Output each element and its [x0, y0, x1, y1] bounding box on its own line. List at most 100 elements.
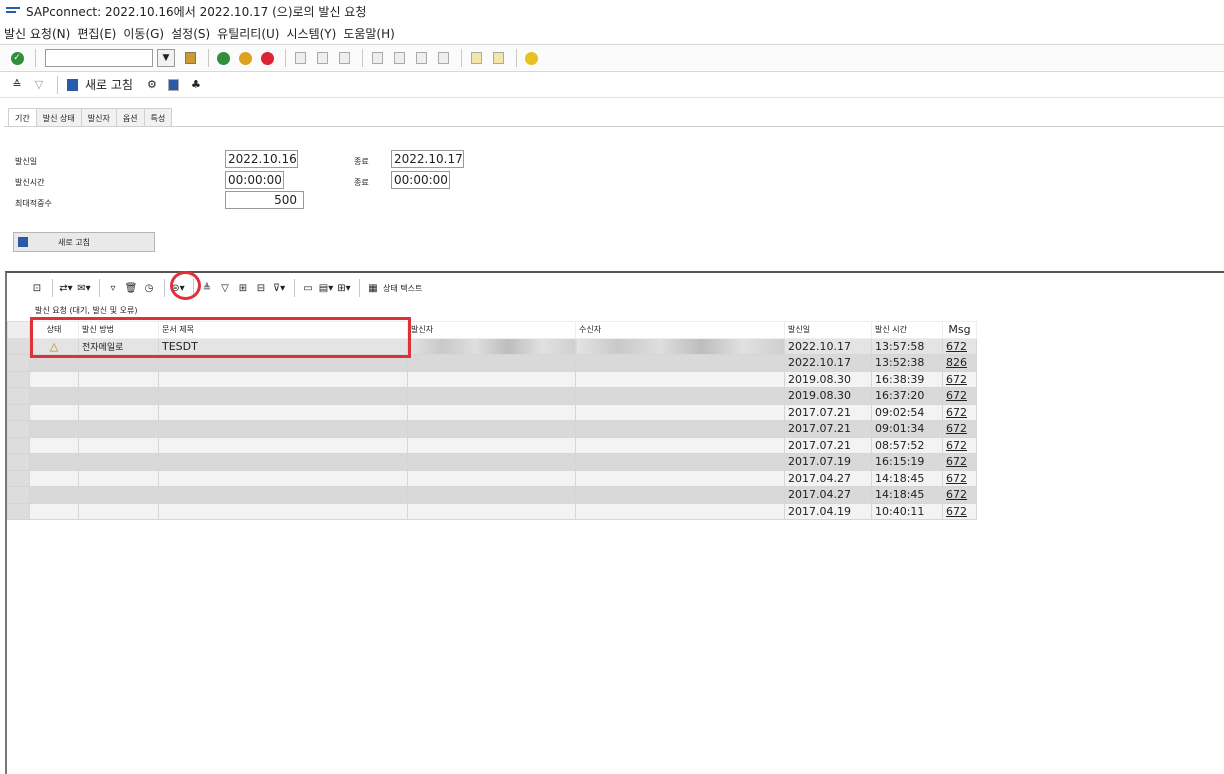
sender-cell [407, 453, 576, 471]
msg-link[interactable]: 672 [942, 436, 977, 454]
msg-link[interactable]: 672 [942, 453, 977, 471]
print-icon[interactable]: ▭ [300, 281, 316, 295]
expand-icon[interactable]: ≙ [8, 76, 26, 94]
date-cell: 2017.04.27 [784, 486, 872, 504]
shortcut-icon[interactable] [489, 49, 507, 67]
row-selector[interactable] [7, 502, 30, 520]
table-row[interactable]: 2017.07.21 09:01:34 672 [7, 420, 977, 438]
row-selector[interactable] [7, 486, 30, 504]
title-cell [158, 387, 408, 405]
table-row[interactable]: 2017.07.21 09:02:54 672 [7, 403, 977, 421]
table-row[interactable]: 2017.04.27 14:18:45 672 [7, 486, 977, 504]
filter-icon[interactable]: ⊽▾ [271, 281, 287, 295]
exit-icon[interactable] [236, 49, 254, 67]
msg-link[interactable]: 672 [942, 403, 977, 421]
row-selector[interactable] [7, 387, 30, 405]
menu-send-request[interactable]: 발신 요청(N) [4, 25, 70, 42]
status-text-icon[interactable]: ▦ [365, 281, 381, 295]
table-row[interactable]: 2019.08.30 16:38:39 672 [7, 370, 977, 388]
msg-link[interactable]: 672 [942, 469, 977, 487]
delete-icon[interactable]: ▿ [105, 281, 121, 295]
table-row[interactable]: 2017.07.19 16:15:19 672 [7, 453, 977, 471]
filter-icon[interactable]: ▽ [30, 76, 48, 94]
tab-sender[interactable]: 발신자 [80, 108, 117, 127]
table-row[interactable]: 2017.07.21 08:57:52 672 [7, 436, 977, 454]
find-next-icon[interactable] [335, 49, 353, 67]
menu-settings[interactable]: 설정(S) [171, 25, 210, 42]
row-selector[interactable] [7, 403, 30, 421]
msg-link[interactable]: 672 [942, 387, 977, 405]
find-next-icon[interactable]: ⊟ [253, 281, 269, 295]
msg-link[interactable]: 672 [942, 420, 977, 438]
msg-link[interactable]: 672 [942, 370, 977, 388]
menu-utilities[interactable]: 유틸리티(U) [217, 25, 279, 42]
column-header-sender[interactable]: 발신자 [407, 321, 576, 339]
row-selector-header[interactable] [7, 321, 30, 339]
clock-icon[interactable]: ◷ [141, 281, 157, 295]
row-selector[interactable] [7, 469, 30, 487]
send-time-from-field[interactable]: 00:00:00 [225, 171, 284, 189]
find-icon[interactable] [313, 49, 331, 67]
column-header-msg[interactable]: Msg [942, 321, 977, 339]
tab-period[interactable]: 기간 [8, 108, 37, 127]
row-selector[interactable] [7, 436, 30, 454]
column-header-recipient[interactable]: 수신자 [575, 321, 785, 339]
column-header-date[interactable]: 발신일 [784, 321, 872, 339]
msg-link[interactable]: 826 [942, 354, 977, 372]
send-time-to-field[interactable]: 00:00:00 [391, 171, 450, 189]
menu-help[interactable]: 도움말(H) [343, 25, 395, 42]
msg-link[interactable]: 672 [942, 502, 977, 520]
row-selector[interactable] [7, 453, 30, 471]
method-cell [78, 387, 159, 405]
layout-icon[interactable]: ⊞▾ [336, 281, 352, 295]
detail-icon[interactable]: ⊡ [29, 281, 45, 295]
help-icon[interactable] [522, 49, 540, 67]
command-dropdown-icon[interactable]: ▼ [157, 49, 175, 67]
tab-options[interactable]: 옵션 [115, 108, 145, 127]
sort-ascending-icon[interactable]: ≜ [199, 281, 215, 295]
enter-icon[interactable]: ✓ [8, 49, 26, 67]
menu-edit[interactable]: 편집(E) [77, 25, 116, 42]
trash-icon[interactable]: 🗑 [123, 281, 139, 295]
column-header-time[interactable]: 발신 시간 [871, 321, 943, 339]
send-date-to-field[interactable]: 2022.10.17 [391, 150, 464, 168]
export-icon[interactable]: ▤▾ [318, 281, 334, 295]
settings-icon[interactable]: ⚙ [143, 76, 161, 94]
max-hits-field[interactable]: 500 [225, 191, 304, 209]
info-icon[interactable] [165, 76, 183, 94]
table-row[interactable]: 2017.04.27 14:18:45 672 [7, 469, 977, 487]
tab-send-status[interactable]: 발신 상태 [35, 108, 82, 127]
first-page-icon[interactable] [368, 49, 386, 67]
row-selector[interactable] [7, 337, 30, 355]
hierarchy-icon[interactable]: ♣ [187, 76, 205, 94]
back-icon[interactable] [214, 49, 232, 67]
status-text-button[interactable]: 상태 텍스트 [383, 283, 422, 294]
next-page-icon[interactable] [412, 49, 430, 67]
row-selector[interactable] [7, 354, 30, 372]
new-session-icon[interactable] [467, 49, 485, 67]
print-icon[interactable] [291, 49, 309, 67]
find-icon[interactable]: ⊞ [235, 281, 251, 295]
process-icon[interactable]: ⇄▾ [58, 281, 74, 295]
sort-descending-icon[interactable]: ▽ [217, 281, 233, 295]
last-page-icon[interactable] [434, 49, 452, 67]
tab-properties[interactable]: 특성 [143, 108, 173, 127]
table-row[interactable]: 2019.08.30 16:37:20 672 [7, 387, 977, 405]
msg-link[interactable]: 672 [942, 486, 977, 504]
row-selector[interactable] [7, 370, 30, 388]
command-field[interactable] [45, 49, 153, 67]
table-row[interactable]: 2017.04.19 10:40:11 672 [7, 502, 977, 520]
msg-link[interactable]: 672 [942, 337, 977, 355]
row-selector[interactable] [7, 420, 30, 438]
menu-goto[interactable]: 이동(G) [123, 25, 164, 42]
refresh-label[interactable]: 새로 고침 [85, 76, 133, 93]
send-date-from-field[interactable]: 2022.10.16 [225, 150, 298, 168]
refresh-icon[interactable] [63, 76, 81, 94]
cancel-icon[interactable] [258, 49, 276, 67]
date-cell: 2017.07.21 [784, 403, 872, 421]
save-icon[interactable] [181, 49, 199, 67]
refresh-button[interactable]: 새로 고침 [13, 232, 155, 252]
menu-system[interactable]: 시스템(Y) [286, 25, 336, 42]
previous-page-icon[interactable] [390, 49, 408, 67]
send-icon[interactable]: ✉▾ [76, 281, 92, 295]
